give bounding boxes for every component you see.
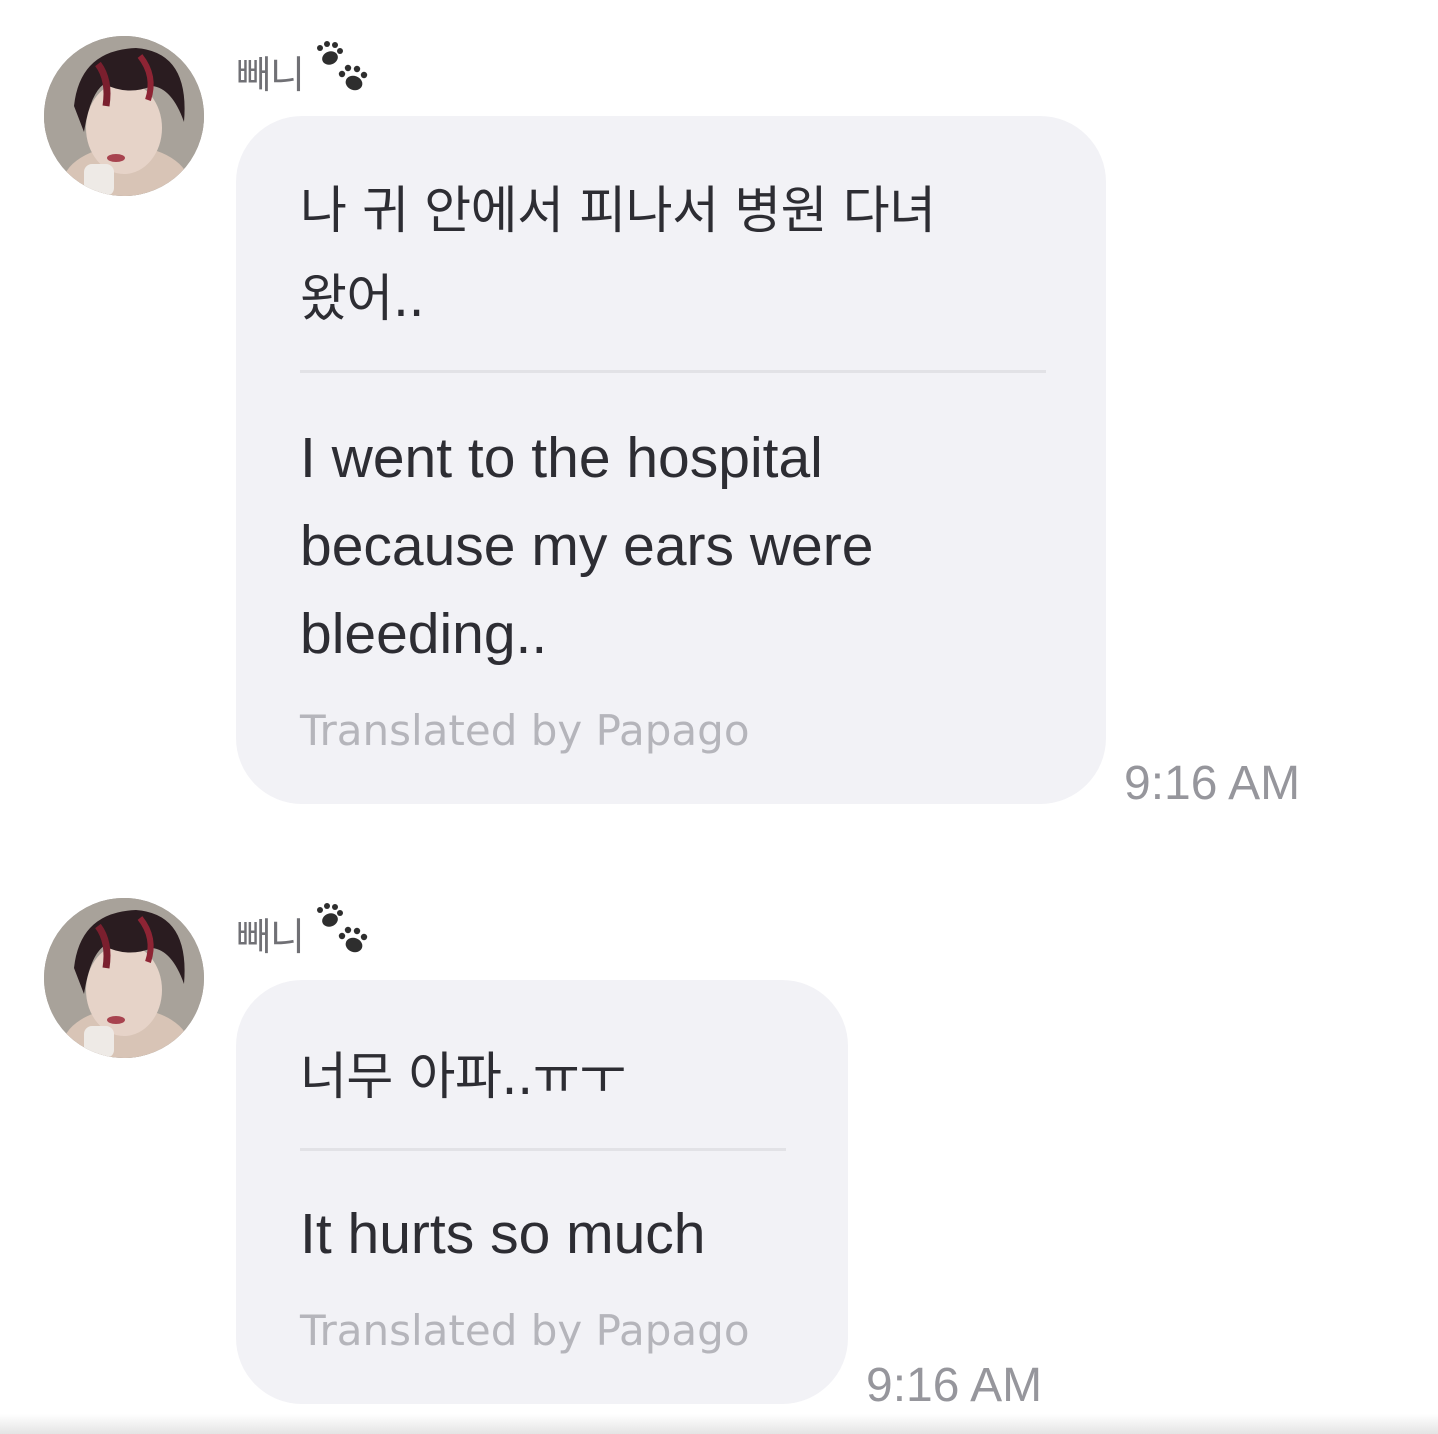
translation-divider (300, 1148, 786, 1151)
paw-prints-icon (310, 900, 374, 967)
bottom-edge-shadow (0, 1414, 1438, 1434)
message-timestamp: 9:16 AM (866, 1359, 1043, 1412)
translation-credit: Translated by Papago (300, 706, 750, 755)
avatar[interactable] (44, 898, 204, 1058)
sender-row: 빼니 (236, 38, 374, 104)
original-text: 나 귀 안에서 피나서 병원 다녀 왔어.. (300, 182, 936, 329)
message-bubble[interactable]: 너무 아파..ㅠㅜ It hurts so much Translated by… (236, 980, 848, 1404)
message-timestamp: 9:16 AM (1124, 757, 1301, 810)
translation-divider (300, 370, 1046, 373)
translated-text: I went to the hospital because my ears w… (300, 426, 874, 666)
translation-credit: Translated by Papago (300, 1306, 750, 1355)
avatar[interactable] (44, 36, 204, 196)
original-text: 너무 아파..ㅠㅜ (300, 1048, 626, 1107)
translated-text: It hurts so much (300, 1202, 706, 1266)
sender-name: 빼니 (236, 914, 305, 959)
paw-prints-icon (310, 38, 374, 105)
message-bubble[interactable]: 나 귀 안에서 피나서 병원 다녀 왔어.. I went to the hos… (236, 116, 1106, 804)
sender-row: 빼니 (236, 900, 374, 966)
sender-name: 빼니 (236, 52, 305, 97)
